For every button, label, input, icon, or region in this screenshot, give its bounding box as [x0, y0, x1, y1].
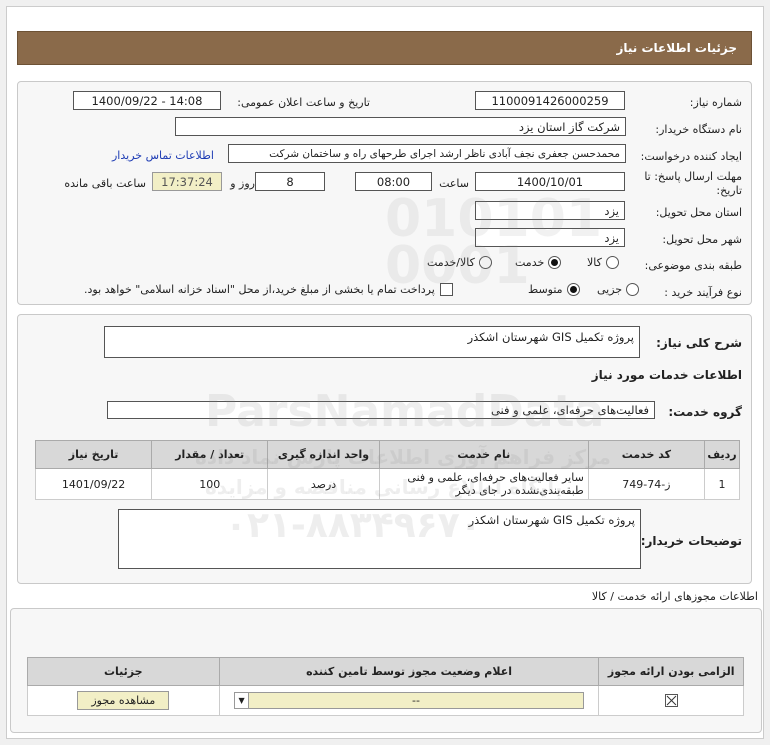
col-need-date: تاریخ نیاز: [34, 440, 153, 469]
permit-status-select[interactable]: ▼ --: [234, 692, 585, 709]
treasury-option[interactable]: پرداخت تمام یا بخشی از مبلغ خرید،از محل …: [84, 283, 453, 296]
cell-qty: 100: [151, 467, 269, 501]
radio-medium[interactable]: [566, 283, 580, 296]
permit-required-checkbox: [664, 694, 678, 708]
announce-field: 1400/09/22 - 14:08: [73, 91, 221, 110]
service-group-label: گروه خدمت:: [668, 405, 742, 419]
view-permit-button[interactable]: مشاهده مجوز: [77, 691, 170, 710]
need-number-label: شماره نیاز:: [689, 96, 742, 109]
cell-permit-status: ▼ --: [218, 685, 600, 716]
requester-field: محمدحسن جعفری نجف آبادی ناظر ارشد اجرای …: [228, 144, 626, 163]
services-section-title: اطلاعات خدمات مورد نیاز: [591, 368, 742, 382]
permits-table-header: الزامی بودن ارائه مجوز اعلام وضعیت مجوز …: [27, 657, 744, 686]
category-option-service[interactable]: خدمت: [515, 256, 562, 269]
deadline-time-field: 08:00: [355, 172, 432, 191]
remaining-time-field: 17:37:24: [152, 172, 222, 191]
page-header: جزئیات اطلاعات نیاز: [17, 31, 752, 65]
col-permit-status: اعلام وضعیت مجوز توسط تامین کننده: [218, 657, 600, 686]
summary-field: پروژه تکمیل GIS شهرستان اشکذر: [104, 326, 640, 358]
cell-permit-required: [598, 685, 744, 716]
treasury-checkbox[interactable]: [439, 283, 453, 296]
category-option-service-label: خدمت: [515, 256, 545, 269]
radio-goods[interactable]: [605, 256, 619, 269]
city-field: یزد: [475, 228, 625, 247]
cell-permit-details: مشاهده مجوز: [27, 685, 220, 716]
purchase-option-minor-label: جزیی: [597, 283, 623, 296]
col-permit-details: جزئیات: [27, 657, 220, 686]
requester-label: ایجاد کننده درخواست:: [640, 150, 742, 163]
buyer-org-field: شرکت گاز استان یزد: [175, 117, 626, 136]
chevron-down-icon[interactable]: ▼: [235, 693, 250, 708]
deadline-label: مهلت ارسال پاسخ: تا: [644, 170, 742, 183]
announce-label: تاریخ و ساعت اعلان عمومی:: [237, 96, 370, 109]
days-field: 8: [255, 172, 325, 191]
services-table: ردیف کد خدمت نام خدمت واحد اندازه گیری ت…: [34, 440, 741, 501]
time-label: ساعت: [439, 177, 469, 190]
permit-status-value: --: [412, 694, 420, 707]
table-row: 1 ز-74-749 سایر فعالیت‌های حرفه‌ای، علمی…: [34, 467, 741, 501]
remaining-label: ساعت باقی مانده: [64, 177, 146, 190]
buyer-org-label: نام دستگاه خریدار:: [655, 123, 742, 136]
col-service-name: نام خدمت: [378, 440, 589, 469]
treasury-note: پرداخت تمام یا بخشی از مبلغ خرید،از محل …: [84, 283, 435, 296]
cell-name: سایر فعالیت‌های حرفه‌ای، علمی و فنی طبقه…: [378, 467, 589, 501]
cell-code: ز-74-749: [587, 467, 705, 501]
page-title: جزئیات اطلاعات نیاز: [616, 41, 737, 55]
permits-table: الزامی بودن ارائه مجوز اعلام وضعیت مجوز …: [27, 657, 744, 716]
province-label: استان محل تحویل:: [655, 206, 742, 219]
buyer-contact-link[interactable]: اطلاعات تماس خریدار: [112, 149, 214, 162]
col-permit-required: الزامی بودن ارائه مجوز: [598, 657, 744, 686]
services-table-header: ردیف کد خدمت نام خدمت واحد اندازه گیری ت…: [34, 440, 741, 469]
deadline-date-field: 1400/10/01: [475, 172, 625, 191]
category-option-goods-service[interactable]: کالا/خدمت: [427, 256, 492, 269]
category-option-goods-label: کالا: [587, 256, 602, 269]
cell-date: 1401/09/22: [34, 467, 153, 501]
buyer-notes-label: توضیحات خریدار:: [640, 534, 742, 548]
radio-minor[interactable]: [626, 283, 640, 296]
cell-row: 1: [703, 467, 741, 501]
table-row: ▼ -- مشاهده مجوز: [27, 685, 744, 716]
purchase-option-minor[interactable]: جزیی: [597, 283, 640, 296]
summary-label: شرح کلی نیاز:: [656, 336, 742, 350]
need-info-panel: [17, 81, 752, 305]
purchase-option-medium[interactable]: متوسط: [528, 283, 580, 296]
days-label: روز و: [230, 177, 255, 190]
col-unit: واحد اندازه گیری: [267, 440, 380, 469]
category-option-goods-service-label: کالا/خدمت: [427, 256, 475, 269]
service-group-field: فعالیت‌های حرفه‌ای، علمی و فنی: [107, 401, 655, 419]
radio-service[interactable]: [548, 256, 562, 269]
category-label: طبقه بندی موضوعی:: [644, 259, 742, 272]
col-qty: تعداد / مقدار: [151, 440, 269, 469]
purchase-type-label: نوع فرآیند خرید :: [664, 286, 742, 299]
deadline-label-2: تاریخ:: [716, 184, 742, 197]
city-label: شهر محل تحویل:: [662, 233, 742, 246]
need-number-field: 1100091426000259: [475, 91, 625, 110]
permits-section-title: اطلاعات مجوزهای ارائه خدمت / کالا: [591, 590, 758, 603]
buyer-notes-field: پروژه تکمیل GIS شهرستان اشکذر: [118, 509, 641, 569]
province-field: یزد: [475, 201, 625, 220]
col-service-code: کد خدمت: [587, 440, 705, 469]
radio-goods-service[interactable]: [478, 256, 492, 269]
col-row: ردیف: [703, 440, 741, 469]
cell-unit: درصد: [267, 467, 380, 501]
purchase-option-medium-label: متوسط: [528, 283, 563, 296]
category-option-goods[interactable]: کالا: [587, 256, 619, 269]
